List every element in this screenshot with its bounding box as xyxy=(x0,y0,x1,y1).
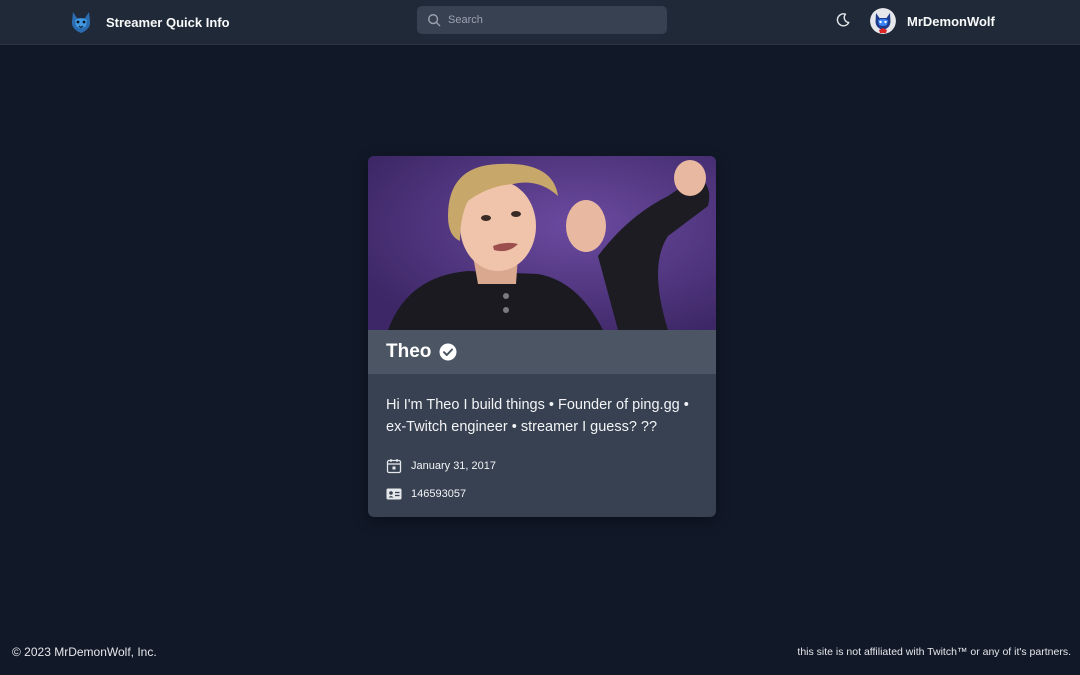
search-bar[interactable] xyxy=(417,6,667,34)
top-navbar: Streamer Quick Info MrDemonWolf xyxy=(0,0,1080,45)
theme-toggle-button[interactable] xyxy=(833,10,853,30)
search-icon xyxy=(428,14,441,27)
id-card-icon xyxy=(386,488,402,500)
user-menu[interactable]: MrDemonWolf xyxy=(870,6,995,36)
card-body: Hi I'm Theo I build things • Founder of … xyxy=(368,374,716,502)
user-name: MrDemonWolf xyxy=(907,13,995,29)
streamer-bio: Hi I'm Theo I build things • Founder of … xyxy=(386,397,689,435)
card-header: Theo xyxy=(368,330,716,374)
streamer-card: Theo Hi I'm Theo I build things • Founde… xyxy=(368,156,716,517)
wolf-logo-icon xyxy=(71,12,91,33)
disclaimer-text: this site is not affiliated with Twitch™… xyxy=(797,646,1071,658)
copyright-text: © 2023 MrDemonWolf, Inc. xyxy=(12,645,157,659)
brand-title: Streamer Quick Info xyxy=(106,14,230,30)
streamer-name: Theo xyxy=(386,341,432,362)
user-id: 146593057 xyxy=(411,488,467,500)
created-date-row: January 31, 2017 xyxy=(386,458,698,474)
verified-check-icon xyxy=(439,343,457,361)
streamer-photo xyxy=(368,156,716,330)
wolf-avatar-icon xyxy=(870,8,896,34)
search-input[interactable] xyxy=(448,14,648,26)
created-date: January 31, 2017 xyxy=(411,460,497,472)
calendar-icon xyxy=(386,459,402,474)
moon-icon xyxy=(836,13,850,27)
user-id-row: 146593057 xyxy=(386,486,698,502)
brand-link[interactable]: Streamer Quick Info xyxy=(68,7,230,37)
